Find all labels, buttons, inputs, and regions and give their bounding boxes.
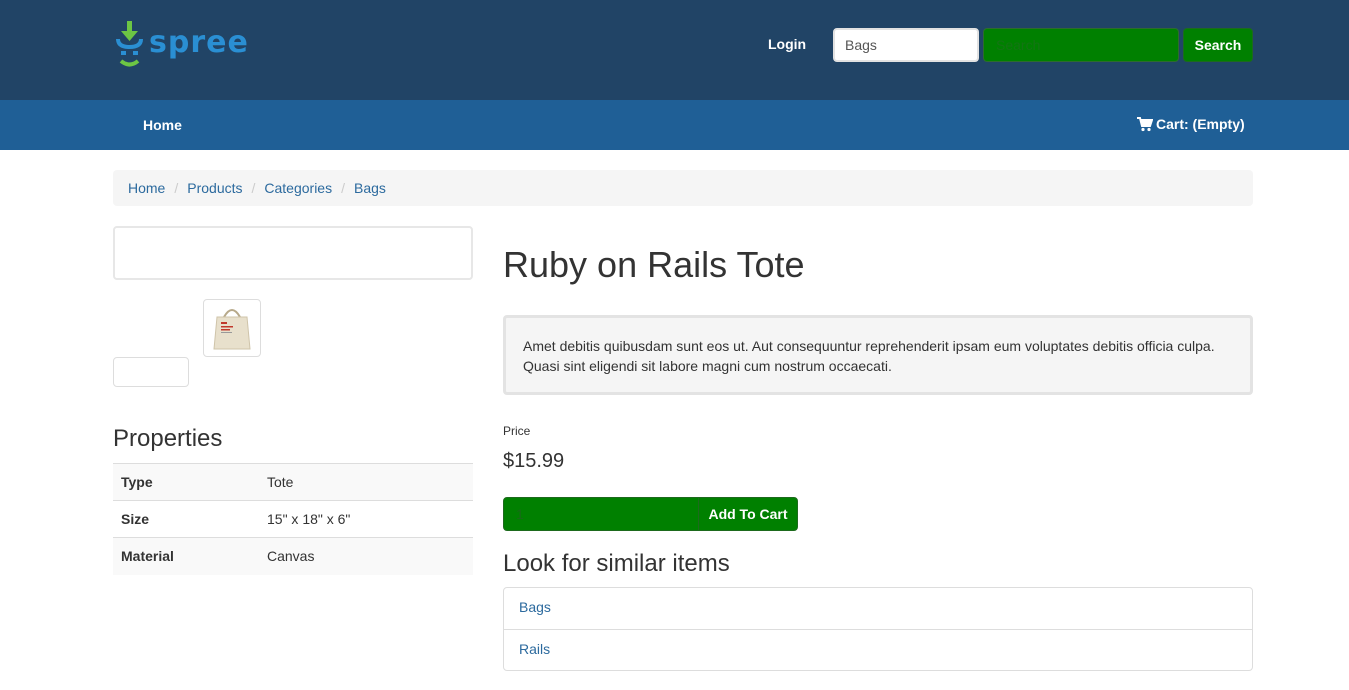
product-description: Amet debitis quibusdam sunt eos ut. Aut …: [503, 315, 1253, 395]
property-value: Canvas: [267, 548, 315, 565]
taxon-select[interactable]: Bags: [833, 28, 979, 62]
property-name: Size: [121, 511, 150, 527]
similar-item-bags[interactable]: Bags: [504, 588, 1252, 629]
breadcrumb-products[interactable]: Products: [187, 180, 242, 196]
product-thumbnail[interactable]: [203, 299, 261, 357]
breadcrumb-categories[interactable]: Categories: [264, 180, 332, 196]
shopping-cart-icon: [1137, 116, 1153, 131]
breadcrumb-bags[interactable]: Bags: [354, 180, 386, 196]
property-value: 15" x 18" x 6": [267, 511, 351, 527]
product-price: $15.99: [503, 450, 565, 472]
similar-items-heading: Look for similar items: [503, 550, 730, 577]
logo-text: spree: [149, 25, 249, 60]
table-row: Material Canvas: [113, 537, 473, 575]
breadcrumb: Home / Products / Categories / Bags: [113, 170, 1253, 206]
product-main-image: [113, 226, 473, 280]
breadcrumb-separator: /: [341, 180, 345, 196]
main-nav: Home Cart: (Empty): [0, 100, 1349, 150]
table-row: Size 15" x 18" x 6": [113, 500, 473, 538]
price-label: Price: [503, 424, 531, 438]
header: spree Login Bags Search: [0, 0, 1349, 100]
property-name: Material: [121, 548, 174, 565]
quantity-input[interactable]: [503, 497, 699, 531]
similar-item-rails[interactable]: Rails: [504, 629, 1252, 670]
add-to-cart-button[interactable]: Add To Cart: [698, 497, 798, 531]
search-button[interactable]: Search: [1183, 28, 1253, 62]
table-row: Type Tote: [113, 463, 473, 501]
spree-logo-icon: [116, 21, 143, 67]
nav-home-link[interactable]: Home: [143, 117, 182, 133]
search-input[interactable]: [983, 28, 1179, 62]
breadcrumb-separator: /: [251, 180, 256, 196]
thumbnail-placeholder[interactable]: [113, 357, 189, 387]
cart-label: Cart: (Empty): [1156, 116, 1245, 132]
tote-bag-thumbnail-image: [213, 309, 251, 350]
properties-heading: Properties: [113, 425, 223, 452]
spree-logo[interactable]: spree: [113, 21, 248, 71]
property-name: Type: [121, 474, 153, 490]
properties-table: Type Tote Size 15" x 18" x 6" Material C…: [113, 463, 473, 575]
similar-items-list: Bags Rails: [503, 587, 1253, 671]
property-value: Tote: [267, 474, 294, 490]
breadcrumb-home[interactable]: Home: [128, 180, 165, 196]
breadcrumb-separator: /: [174, 180, 179, 196]
cart-link[interactable]: Cart: (Empty): [1137, 116, 1245, 132]
product-title: Ruby on Rails Tote: [503, 244, 805, 285]
login-link[interactable]: Login: [768, 36, 806, 52]
